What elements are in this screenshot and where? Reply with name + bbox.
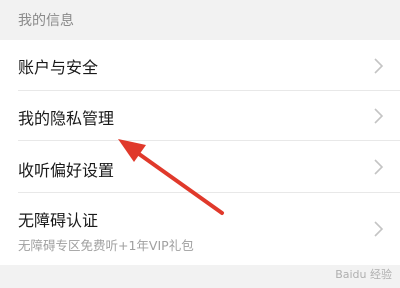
chevron-right-icon (374, 159, 384, 175)
settings-list: 账户与安全 我的隐私管理 收听偏好设置 无障碍认证 无障碍专区免费听+1年VIP… (0, 40, 400, 265)
chevron-right-icon (374, 58, 384, 74)
row-subtitle: 无障碍专区免费听+1年VIP礼包 (18, 238, 194, 253)
row-accessibility-certification[interactable]: 无障碍认证 无障碍专区免费听+1年VIP礼包 (0, 193, 400, 265)
watermark: Baidu 经验 (335, 268, 392, 281)
row-account-security[interactable]: 账户与安全 (0, 40, 400, 91)
chevron-right-icon (374, 108, 384, 124)
section-title: 我的信息 (18, 13, 74, 29)
row-label: 无障碍认证 (18, 211, 99, 230)
row-label: 账户与安全 (18, 58, 99, 77)
row-label: 收听偏好设置 (18, 161, 115, 180)
section-header: 我的信息 (0, 0, 400, 40)
row-listening-preferences[interactable]: 收听偏好设置 (0, 141, 400, 193)
chevron-right-icon (374, 221, 384, 237)
row-label: 我的隐私管理 (18, 109, 115, 128)
row-privacy-management[interactable]: 我的隐私管理 (0, 91, 400, 141)
